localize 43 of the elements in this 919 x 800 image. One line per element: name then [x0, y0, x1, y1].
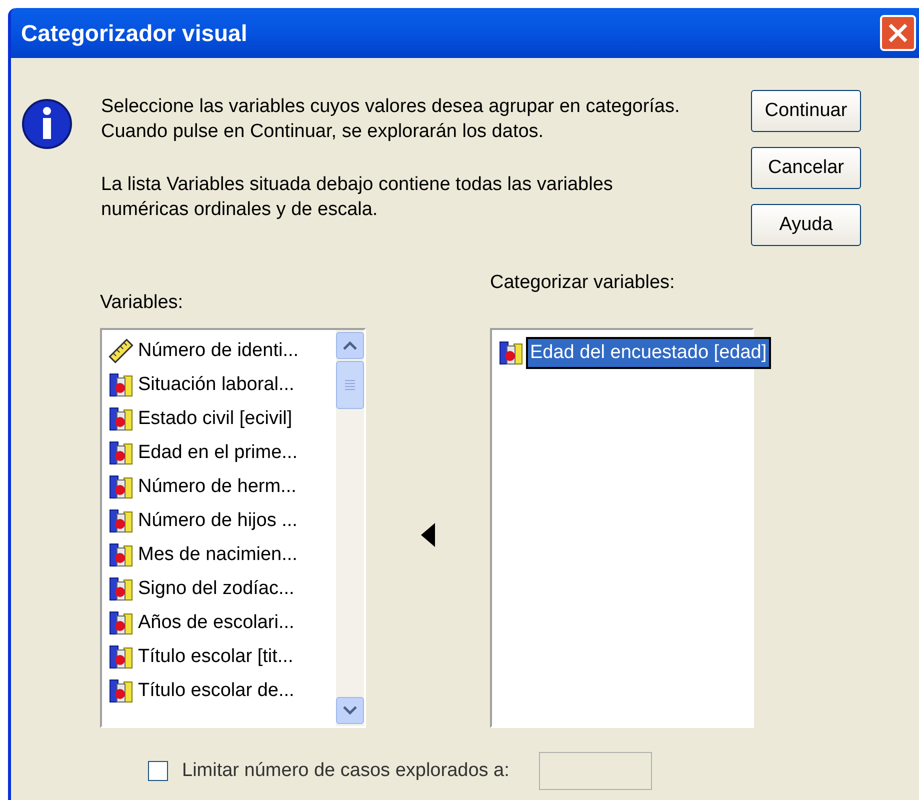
chevron-up-icon — [343, 341, 357, 350]
instruction-text: Seleccione las variables cuyos valores desea agrupar en categorías. Cuando pulse en Continuar, se explorarán los datos. — [101, 95, 681, 144]
bar-chart-icon — [108, 542, 134, 568]
bar-chart-icon — [498, 340, 524, 366]
dialog-button[interactable]: Continuar — [751, 90, 861, 132]
variable-item[interactable]: Número de identi... — [108, 334, 336, 368]
chevron-down-icon — [343, 706, 357, 715]
scrollbar[interactable] — [336, 330, 364, 726]
variable-item[interactable]: Edad en el prime... — [108, 436, 336, 470]
bar-chart-icon — [108, 576, 134, 602]
variable-item[interactable]: Años de escolari... — [108, 606, 336, 640]
variable-item[interactable]: Mes de nacimien... — [108, 538, 336, 572]
bar-chart-icon — [108, 644, 134, 670]
dialog-button[interactable]: Ayuda — [751, 204, 861, 246]
checkbox[interactable] — [148, 761, 168, 781]
scroll-down-button[interactable] — [336, 697, 364, 724]
info-icon — [21, 98, 73, 150]
scroll-up-button[interactable] — [336, 332, 364, 359]
checkbox-label: Limitar número de casos explorados a: — [182, 758, 510, 783]
variable-item[interactable]: Estado civil [ecivil] — [108, 402, 336, 436]
variable-item[interactable]: Número de hijos ... — [108, 504, 336, 538]
variable-item[interactable]: Título escolar [tit... — [108, 640, 336, 674]
left-arrow-icon — [421, 523, 435, 547]
bar-chart-icon — [108, 372, 134, 398]
bar-chart-icon — [108, 678, 134, 704]
bar-chart-icon — [108, 508, 134, 534]
window-title: Categorizador visual — [21, 18, 248, 48]
bar-chart-icon — [108, 610, 134, 636]
variable-item[interactable]: Edad del encuestado [edad] — [526, 336, 771, 370]
scroll-thumb[interactable] — [336, 361, 364, 409]
categorize-label: Categorizar variables: — [490, 271, 676, 294]
close-button[interactable] — [880, 15, 916, 51]
bar-chart-icon — [108, 440, 134, 466]
bar-chart-icon — [108, 474, 134, 500]
variables-label: Variables: — [100, 291, 184, 314]
variable-item[interactable]: Situación laboral... — [108, 368, 336, 402]
bar-chart-icon — [108, 406, 134, 432]
close-icon — [887, 22, 909, 44]
variable-item[interactable]: Título escolar de... — [108, 674, 336, 708]
variable-item[interactable]: Signo del zodíac... — [108, 572, 336, 606]
dialog-button[interactable]: Cancelar — [751, 147, 861, 189]
variable-item[interactable]: Número de herm... — [108, 470, 336, 504]
instruction-text: La lista Variables situada debajo contiene todas las variables numéricas ordinales y de escala. — [101, 173, 614, 222]
